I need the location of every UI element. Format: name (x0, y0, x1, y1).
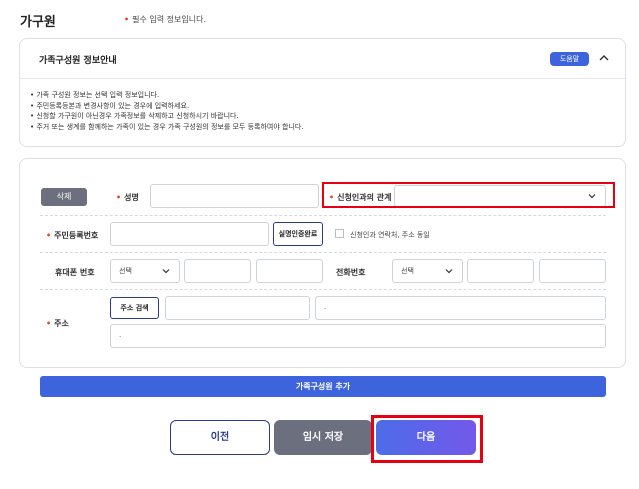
phone-last-input[interactable] (539, 259, 606, 283)
phone-prefix-select[interactable]: 선택 (392, 259, 463, 283)
mobile-prefix-value: 선택 (119, 267, 132, 275)
mobile-label: 휴대폰 번호 (55, 268, 95, 277)
address-label-text: 주소 (54, 319, 69, 328)
rrn-label: • 주민등록번호 (46, 230, 98, 241)
rrn-label-text: 주민등록번호 (54, 231, 99, 240)
divider (40, 215, 606, 216)
required-marker: • (46, 319, 52, 328)
section-title: 가구원 (20, 15, 56, 30)
info-panel: 가족구성원 정보안내 도움말 가족 구성원 정보는 선택 입력 정보입니다. 주… (19, 38, 626, 147)
address-input[interactable]: . (315, 296, 606, 320)
mobile-last-input[interactable] (256, 259, 323, 283)
zipcode-input[interactable] (165, 296, 310, 320)
info-item: 주거 또는 생계를 함께하는 가족이 있는 경우 가족 구성원의 정보를 모두 … (30, 122, 303, 133)
required-note-text: 필수 입력 정보입니다. (132, 15, 206, 24)
add-member-button[interactable]: 가족구성원 추가 (40, 376, 606, 397)
required-note: • 필수 입력 정보입니다. (124, 14, 206, 25)
delete-button[interactable]: 삭제 (41, 188, 87, 206)
phone-middle-input[interactable] (467, 259, 534, 283)
same-contact-label: 신청인과 연락처, 주소 동일 (350, 231, 430, 239)
info-list: 가족 구성원 정보는 선택 입력 정보입니다. 주민등록등본과 변경사항이 있는… (30, 90, 304, 133)
name-input[interactable] (150, 184, 319, 208)
mobile-middle-input[interactable] (184, 259, 251, 283)
info-item: 주민등록등본과 변경사항이 있는 경우에 입력하세요. (30, 101, 304, 112)
divider (40, 252, 606, 253)
prev-button[interactable]: 이전 (170, 420, 270, 455)
required-marker: • (124, 15, 130, 24)
info-item: 가족 구성원 정보는 선택 입력 정보입니다. (30, 90, 304, 101)
name-label: • 성명 (116, 192, 139, 203)
name-label-text: 성명 (124, 193, 139, 202)
required-marker: • (116, 193, 122, 202)
info-panel-header: 가족구성원 정보안내 도움말 (20, 39, 625, 79)
address-label: • 주소 (46, 318, 69, 329)
required-marker: • (46, 231, 52, 240)
address-search-button[interactable]: 주소 검색 (110, 297, 159, 319)
mobile-prefix-select[interactable]: 선택 (110, 259, 180, 283)
rrn-input[interactable] (110, 222, 269, 246)
verify-button[interactable]: 실명인증완료 (273, 222, 323, 246)
divider (40, 289, 606, 290)
phone-label: 전화번호 (336, 268, 366, 277)
chevron-down-icon (445, 269, 453, 274)
chevron-up-icon[interactable] (597, 51, 611, 65)
relation-select-highlight (322, 182, 615, 208)
temp-save-button[interactable]: 임시 저장 (274, 420, 372, 455)
address-detail-input[interactable]: . (110, 324, 606, 348)
next-button-highlight (371, 415, 483, 463)
same-contact-checkbox[interactable] (335, 229, 344, 238)
phone-prefix-value: 선택 (401, 267, 414, 275)
info-item: 신청할 가구원이 아닌경우 가족정보를 삭제하고 신청하시기 바랍니다. (30, 111, 304, 122)
info-panel-title: 가족구성원 정보안내 (39, 56, 117, 66)
help-button[interactable]: 도움말 (550, 52, 589, 66)
chevron-down-icon (162, 269, 170, 274)
